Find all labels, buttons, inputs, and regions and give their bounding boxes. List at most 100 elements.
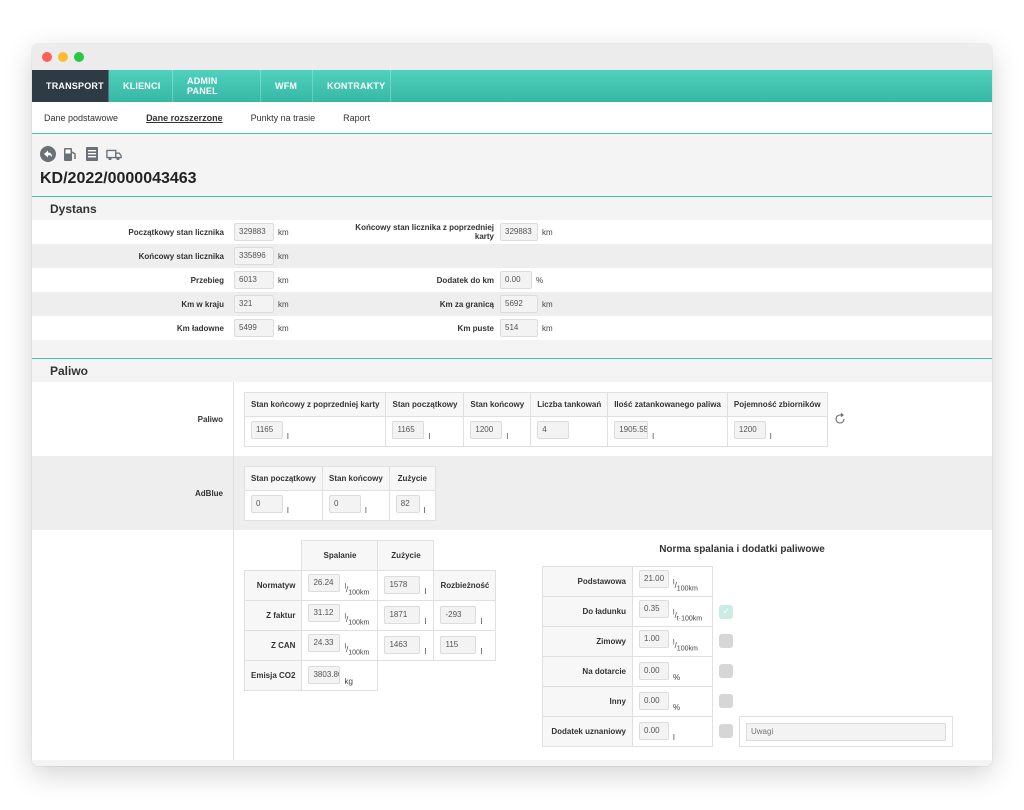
unit-label: l/100km bbox=[344, 583, 370, 597]
km-extra-input[interactable]: 0.00 bbox=[500, 271, 532, 289]
km-abroad-input[interactable]: 5692 bbox=[500, 295, 538, 313]
refuel-amount-input[interactable]: 1905.55 bbox=[614, 421, 649, 439]
unit-label: l bbox=[769, 432, 772, 441]
faktur-zuzycie-input[interactable]: 1871 bbox=[384, 605, 421, 624]
end-counter-input[interactable]: 335896 bbox=[234, 247, 274, 265]
check-cell: ✓ bbox=[713, 597, 740, 627]
tab-transport[interactable]: TRANSPORT bbox=[32, 70, 109, 102]
fuel-table-wrap: Stan końcowy z poprzedniej karty Stan po… bbox=[234, 382, 858, 456]
load-checkbox[interactable]: ✓ bbox=[719, 604, 734, 619]
unit-label: l bbox=[480, 646, 483, 656]
section-dystans-title: Dystans bbox=[32, 196, 992, 220]
dystans-row: Km ładowne 5499 km Km puste 514 km bbox=[32, 316, 992, 340]
adblue-start-input[interactable]: 0 bbox=[251, 495, 283, 513]
fuel-row: Paliwo Stan końcowy z poprzedniej karty … bbox=[32, 382, 992, 456]
app-window: TRANSPORT KLIENCI ADMIN PANEL WFM KONTRA… bbox=[32, 44, 992, 766]
consumption-cell: 1578l bbox=[377, 570, 435, 601]
consumption-cell: 24.33 l/100km bbox=[301, 630, 379, 661]
can-spalanie-input[interactable]: 24.33 bbox=[308, 634, 341, 653]
breakin-checkbox[interactable] bbox=[719, 663, 734, 678]
start-counter-label: Początkowy stan licznika bbox=[128, 227, 224, 237]
subtab-dane-podstawowe[interactable]: Dane podstawowe bbox=[44, 113, 118, 123]
tab-admin-panel[interactable]: ADMIN PANEL bbox=[173, 70, 261, 102]
fuel-table: Stan końcowy z poprzedniej karty Stan po… bbox=[243, 391, 828, 447]
empty-cell bbox=[740, 567, 953, 597]
tab-klienci[interactable]: KLIENCI bbox=[109, 70, 173, 102]
adblue-col-header: Zużycie bbox=[388, 465, 436, 491]
back-icon[interactable] bbox=[40, 146, 56, 162]
refuel-count-input[interactable]: 4 bbox=[537, 421, 570, 439]
fuel-start-input[interactable]: 1165 bbox=[392, 421, 425, 439]
adblue-end-input[interactable]: 0 bbox=[329, 495, 361, 513]
unit-label: l bbox=[480, 616, 483, 626]
fuel-pump-icon[interactable] bbox=[62, 146, 78, 162]
subtab-dane-rozszerzone[interactable]: Dane rozszerzone bbox=[146, 113, 223, 123]
unit-label: l bbox=[424, 616, 427, 626]
start-counter-input[interactable]: 329883 bbox=[234, 223, 274, 241]
faktur-roznica-input[interactable]: -293 bbox=[440, 605, 477, 624]
maximize-window-icon[interactable] bbox=[74, 52, 84, 62]
normatyw-spalanie-input[interactable]: 26.24 bbox=[308, 574, 341, 593]
mileage-label: Przebieg bbox=[190, 275, 224, 285]
normatyw-label: Normatyw bbox=[243, 570, 303, 601]
prev-end-counter-input[interactable]: 329883 bbox=[500, 223, 538, 241]
km-empty-input[interactable]: 514 bbox=[500, 319, 538, 337]
other-checkbox[interactable] bbox=[719, 693, 734, 708]
winter-checkbox[interactable] bbox=[719, 633, 734, 648]
can-zuzycie-input[interactable]: 1463 bbox=[384, 635, 421, 654]
norm-other-input[interactable]: 0.00 bbox=[639, 691, 669, 710]
fuel-col-header: Stan końcowy z poprzedniej karty bbox=[243, 391, 387, 417]
norm-cell: 0.00% bbox=[632, 686, 713, 717]
unit-num: l bbox=[344, 583, 347, 591]
mileage-input[interactable]: 6013 bbox=[234, 271, 274, 289]
adblue-cell: 0l bbox=[244, 489, 323, 521]
document-icon[interactable] bbox=[84, 146, 100, 162]
norm-breakin-input[interactable]: 0.00 bbox=[639, 661, 669, 680]
norm-discretionary-input[interactable]: 0.00 bbox=[639, 721, 669, 740]
fuel-cell: 4 bbox=[530, 415, 609, 447]
uwagi-cell bbox=[739, 716, 953, 747]
normatyw-zuzycie-input[interactable]: 1578 bbox=[384, 575, 421, 594]
adblue-col-header: Stan początkowy bbox=[244, 465, 323, 491]
adblue-table: Stan początkowy Stan końcowy Zużycie 0l … bbox=[244, 465, 436, 521]
adblue-usage-input[interactable]: 82 bbox=[395, 495, 420, 513]
uwagi-input[interactable] bbox=[746, 722, 946, 741]
km-domestic-input[interactable]: 321 bbox=[234, 295, 274, 313]
consumption-cell: 115l bbox=[433, 630, 497, 661]
toolbar bbox=[32, 134, 992, 164]
norm-load-input[interactable]: 0.35 bbox=[639, 600, 669, 619]
unit-den: 100km bbox=[348, 589, 370, 597]
km-loaded-input[interactable]: 5499 bbox=[234, 319, 274, 337]
empty-cell bbox=[740, 657, 953, 687]
unit-den: t·100km bbox=[676, 615, 703, 623]
tab-kontrakty[interactable]: KONTRAKTY bbox=[313, 70, 391, 102]
refresh-icon[interactable] bbox=[832, 411, 848, 427]
dystans-row: Km w kraju 321 km Km za granicą 5692 km bbox=[32, 292, 992, 316]
unit-label: l/100km bbox=[344, 613, 370, 627]
faktur-spalanie-input[interactable]: 31.12 bbox=[308, 604, 341, 623]
can-roznica-input[interactable]: 115 bbox=[440, 635, 477, 654]
unit-label: l bbox=[423, 506, 426, 515]
subtab-raport[interactable]: Raport bbox=[343, 113, 370, 123]
tank-capacity-input[interactable]: 1200 bbox=[733, 421, 766, 439]
co2-input[interactable]: 3803.80 bbox=[308, 665, 341, 684]
norm-basic-input[interactable]: 21.00 bbox=[639, 570, 669, 589]
truck-icon[interactable] bbox=[106, 146, 122, 162]
norm-winter-input[interactable]: 1.00 bbox=[639, 630, 669, 649]
fuel-end-input[interactable]: 1200 bbox=[470, 421, 503, 439]
fuel-prev-end-input[interactable]: 1165 bbox=[251, 421, 283, 439]
discretionary-checkbox[interactable] bbox=[719, 723, 733, 738]
km-empty-unit: km bbox=[542, 323, 553, 333]
unit-label: l/t·100km bbox=[673, 609, 703, 623]
fuel-cell: 1200l bbox=[726, 415, 828, 447]
tab-wfm[interactable]: WFM bbox=[261, 70, 313, 102]
subtab-punkty-na-trasie[interactable]: Punkty na trasie bbox=[251, 113, 316, 123]
consumption-cell: 3803.80kg bbox=[301, 660, 379, 691]
consumption-cell: 26.24 l/100km bbox=[301, 570, 379, 601]
close-window-icon[interactable] bbox=[42, 52, 52, 62]
unit-num: l bbox=[673, 609, 675, 617]
km-extra-label: Dodatek do km bbox=[436, 275, 494, 285]
check-cell bbox=[713, 687, 740, 717]
unit-label: l/100km bbox=[344, 643, 370, 657]
minimize-window-icon[interactable] bbox=[58, 52, 68, 62]
